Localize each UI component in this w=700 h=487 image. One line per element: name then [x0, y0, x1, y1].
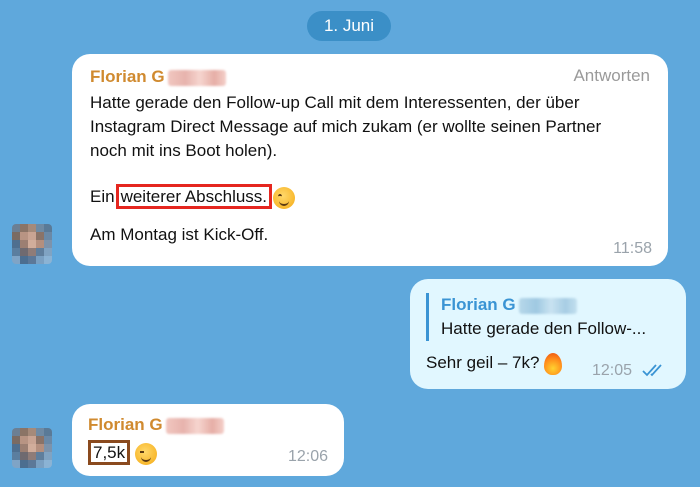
message-time: 11:58 — [613, 240, 652, 257]
blurred-surname — [165, 417, 224, 434]
blurred-surname — [167, 69, 226, 86]
message-time: 12:06 — [287, 448, 328, 465]
message-time: 12:05 — [591, 362, 632, 379]
outgoing-message-bubble[interactable]: Florian G Hatte gerade den Follow-... Se… — [410, 279, 686, 389]
sender-name-text: Florian G — [88, 415, 163, 434]
incoming-message-bubble[interactable]: Florian G 7,5k 12:06 — [72, 404, 344, 476]
message-line: Sehr geil – 7k? — [426, 351, 670, 375]
incoming-message-bubble[interactable]: Florian G Antworten Hatte gerade den Fol… — [72, 54, 668, 266]
message-line: Instagram Direct Message auf mich zukam … — [90, 117, 602, 136]
sender-name[interactable]: Florian G — [88, 414, 328, 437]
quoted-text: Hatte gerade den Follow-... — [441, 319, 647, 338]
highlight-box-brown: 7,5k — [88, 440, 131, 465]
fire-icon — [544, 352, 563, 375]
sender-avatar[interactable] — [12, 428, 52, 468]
message-line: Am Montag ist Kick-Off. — [90, 225, 269, 244]
winking-face-icon — [134, 442, 157, 465]
quoted-sender-text: Florian G — [441, 295, 516, 314]
message-line: noch mit ins Boot holen). — [90, 141, 278, 160]
message-line: Ein weiterer Abschluss. — [90, 184, 650, 209]
message-text: Sehr geil – 7k? — [426, 353, 540, 372]
sender-name[interactable]: Florian G — [90, 66, 650, 89]
sender-avatar[interactable] — [12, 224, 52, 264]
reply-button[interactable]: Antworten — [573, 66, 650, 86]
quoted-sender: Florian G — [441, 293, 670, 317]
message-line: Hatte gerade den Follow-up Call mit dem … — [90, 93, 580, 112]
read-double-check-icon — [642, 364, 662, 377]
date-separator: 1. Juni — [307, 11, 391, 41]
sender-name-text: Florian G — [90, 67, 165, 86]
message-text: Ein — [90, 187, 115, 206]
blurred-surname — [518, 297, 577, 314]
reply-quote[interactable]: Florian G Hatte gerade den Follow-... — [426, 293, 670, 341]
highlight-box-red: weiterer Abschluss. — [115, 184, 273, 209]
smiling-face-icon — [273, 186, 296, 209]
